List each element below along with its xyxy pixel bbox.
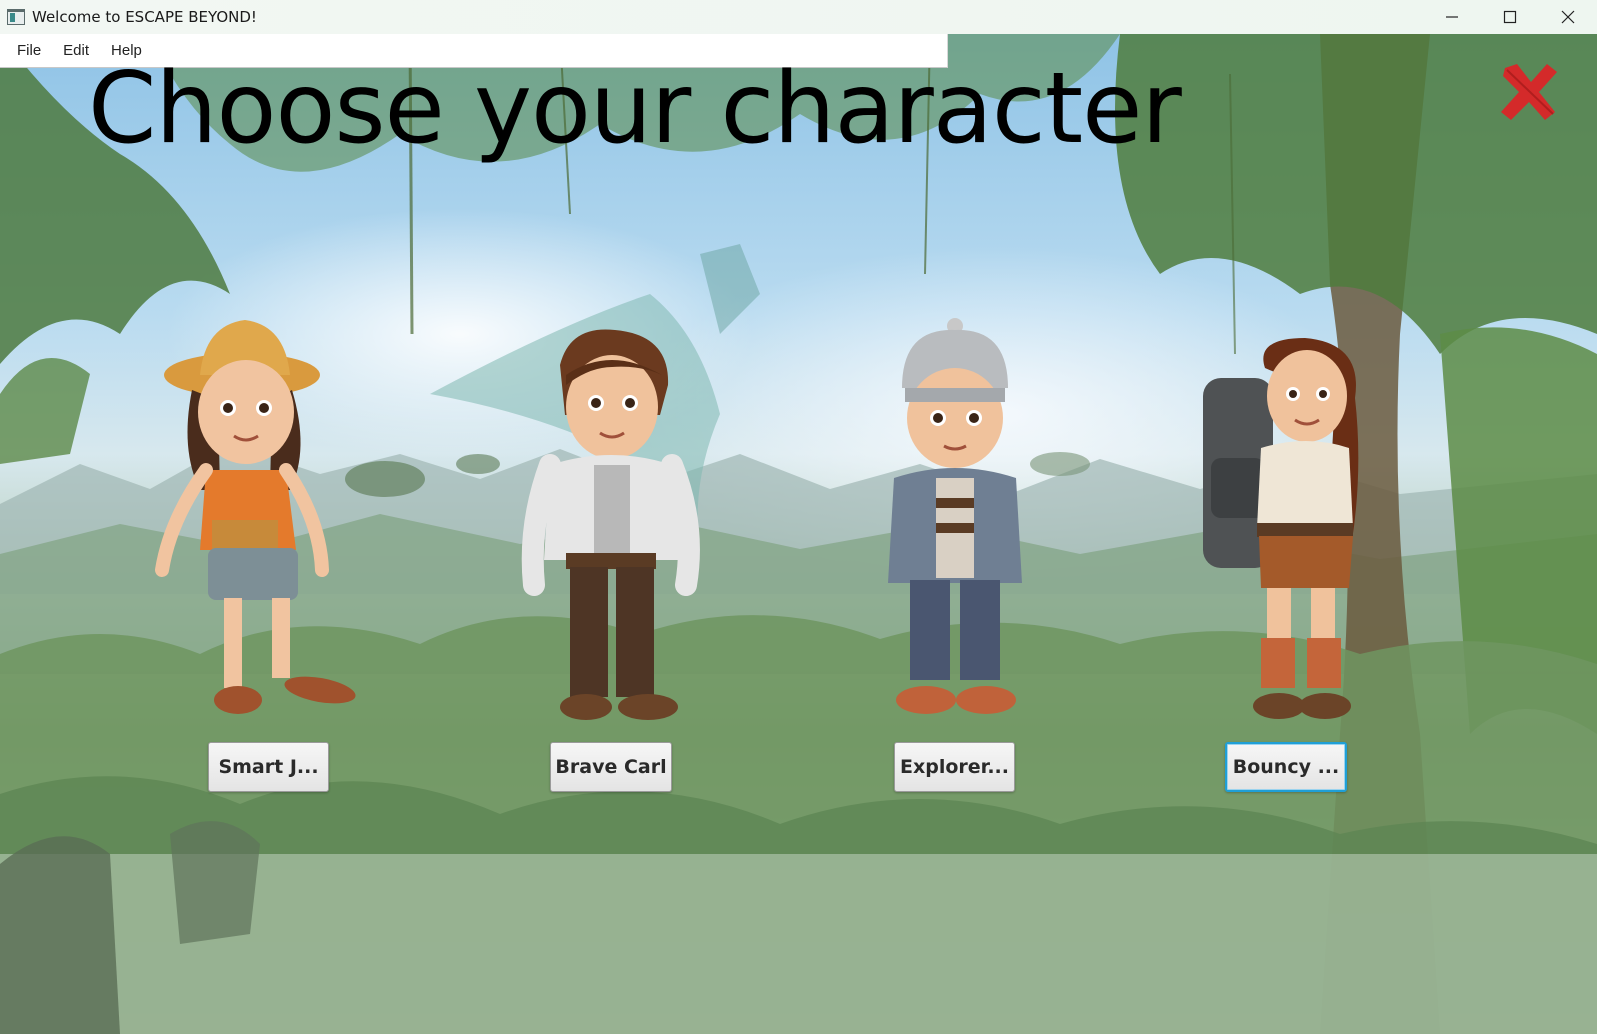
character-brave-carl[interactable]: [520, 325, 700, 730]
window-controls: [1423, 0, 1597, 34]
character-bouncy[interactable]: [1195, 338, 1380, 730]
select-character-button-3[interactable]: Explorer...: [894, 742, 1015, 792]
red-x-icon[interactable]: [1497, 60, 1561, 124]
minimize-icon: [1446, 16, 1458, 18]
select-character-button-4[interactable]: Bouncy ...: [1225, 742, 1347, 792]
girl-backpack-icon: [1203, 338, 1359, 719]
window-title: Welcome to ESCAPE BEYOND!: [32, 8, 257, 26]
close-window-button[interactable]: [1539, 0, 1597, 34]
select-character-button-2[interactable]: Brave Carl: [550, 742, 672, 792]
character-explorer[interactable]: [880, 318, 1030, 723]
title-bar: Welcome to ESCAPE BEYOND!: [0, 0, 1597, 34]
boy-beanie-icon: [888, 318, 1022, 714]
select-character-button-1[interactable]: Smart J...: [208, 742, 329, 792]
explorer-girl-hat-icon: [155, 320, 356, 714]
character-smart-j[interactable]: [150, 320, 365, 720]
page-title: Choose your character: [88, 52, 1182, 166]
boy-hoodie-icon: [521, 329, 700, 720]
menu-file[interactable]: File: [6, 42, 52, 59]
close-icon: [1561, 10, 1575, 24]
minimize-button[interactable]: [1423, 0, 1481, 34]
maximize-icon: [1503, 10, 1517, 24]
app-icon: [7, 9, 25, 25]
maximize-button[interactable]: [1481, 0, 1539, 34]
